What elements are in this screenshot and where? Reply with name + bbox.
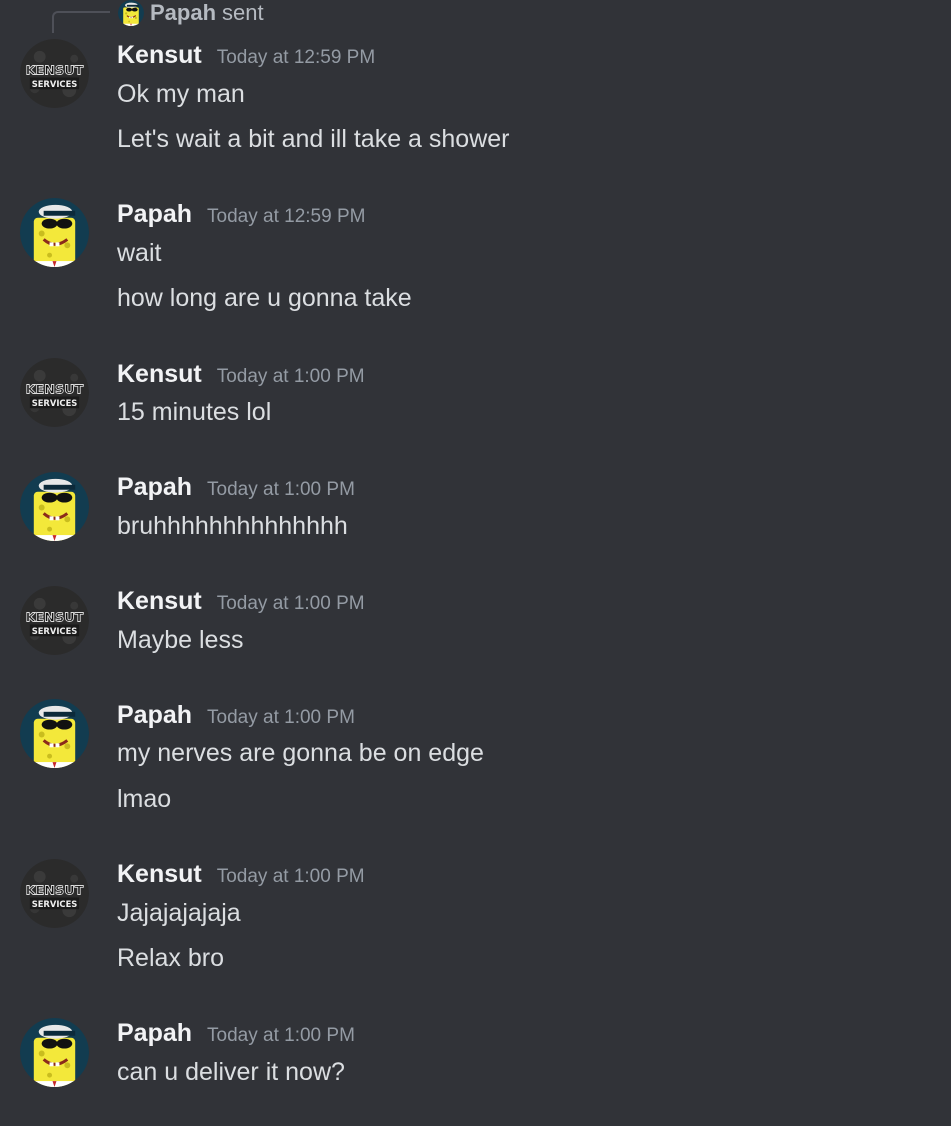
reply-author[interactable]: Papah [150, 0, 216, 26]
author-name[interactable]: Kensut [117, 360, 202, 389]
papah-avatar-icon[interactable] [20, 1018, 89, 1087]
message-text: Let's wait a bit and ill take a shower [117, 125, 510, 153]
message-text: bruhhhhhhhhhhhhhh [117, 512, 348, 540]
message-text: lmao [117, 785, 172, 813]
message-text: how long are u gonna take [117, 284, 412, 312]
kensut-avatar-icon[interactable] [20, 358, 89, 427]
papah-avatar-icon[interactable] [20, 198, 89, 267]
author-name[interactable]: Papah [117, 1019, 192, 1048]
timestamp: Today at 1:00 PM [216, 593, 365, 614]
message-text: Jajajajajaja [117, 899, 241, 927]
reply-reference[interactable]: Papah sent [118, 0, 264, 26]
timestamp: Today at 1:00 PM [216, 866, 365, 887]
message-text: wait [117, 239, 162, 267]
timestamp: Today at 12:59 PM [216, 47, 376, 68]
reply-avatar-icon [118, 0, 144, 26]
message-list: Papah sent Kensut Today at 12:59 PM Ok m… [0, 0, 951, 1126]
timestamp: Today at 1:00 PM [207, 1025, 355, 1046]
reply-connector [52, 11, 110, 33]
papah-avatar-icon[interactable] [20, 472, 89, 541]
author-name[interactable]: Kensut [117, 860, 202, 889]
author-name[interactable]: Kensut [117, 41, 202, 70]
author-name[interactable]: Papah [117, 701, 192, 730]
reply-verb: sent [222, 0, 264, 25]
papah-avatar-icon[interactable] [20, 699, 89, 768]
kensut-avatar-icon[interactable] [20, 586, 89, 655]
message-text: Ok my man [117, 80, 245, 108]
message-text: 15 minutes lol [117, 398, 272, 426]
message-text: Maybe less [117, 626, 244, 654]
message-text: my nerves are gonna be on edge [117, 739, 484, 767]
author-name[interactable]: Papah [117, 200, 192, 229]
timestamp: Today at 1:00 PM [207, 479, 355, 500]
message-text: can u deliver it now? [117, 1058, 345, 1086]
message-text: Relax bro [117, 944, 224, 972]
timestamp: Today at 1:00 PM [207, 707, 355, 728]
author-name[interactable]: Kensut [117, 587, 202, 616]
timestamp: Today at 12:59 PM [207, 206, 366, 227]
author-name[interactable]: Papah [117, 473, 192, 502]
kensut-avatar-icon[interactable] [20, 39, 89, 108]
kensut-avatar-icon[interactable] [20, 859, 89, 928]
timestamp: Today at 1:00 PM [216, 366, 365, 387]
